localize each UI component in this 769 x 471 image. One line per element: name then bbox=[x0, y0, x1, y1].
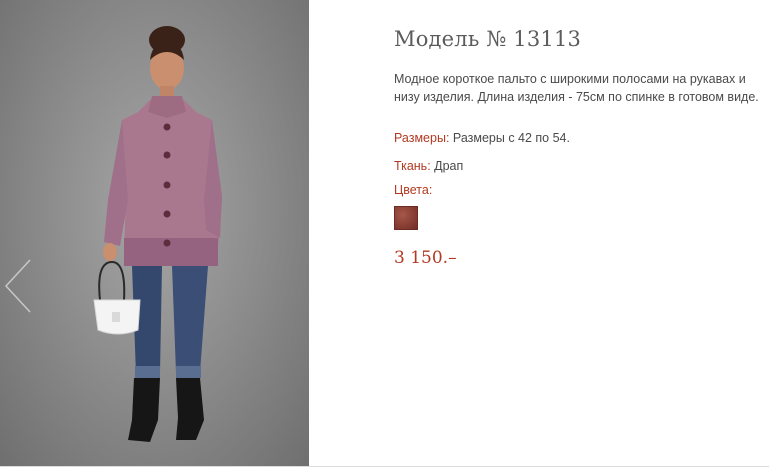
color-swatch[interactable] bbox=[394, 206, 418, 230]
prev-arrow-button[interactable] bbox=[2, 258, 36, 314]
chevron-left-icon bbox=[4, 259, 31, 313]
sizes-row: Размеры: Размеры с 42 по 54. bbox=[394, 131, 570, 145]
sizes-label: Размеры: bbox=[394, 131, 450, 145]
product-price: 3 150.– bbox=[394, 248, 457, 268]
colors-row: Цвета: bbox=[394, 183, 432, 197]
fabric-label: Ткань: bbox=[394, 159, 431, 173]
fabric-value: Драп bbox=[430, 159, 464, 173]
colors-label: Цвета: bbox=[394, 183, 433, 197]
divider bbox=[0, 466, 769, 467]
product-title: Модель № 13113 bbox=[394, 27, 582, 51]
model-illustration bbox=[93, 26, 222, 442]
product-photo bbox=[0, 0, 309, 466]
product-description: Модное короткое пальто с широкими полоса… bbox=[394, 72, 759, 104]
fabric-row: Ткань: Драп bbox=[394, 159, 463, 173]
sizes-value: Размеры с 42 по 54. bbox=[449, 131, 570, 145]
